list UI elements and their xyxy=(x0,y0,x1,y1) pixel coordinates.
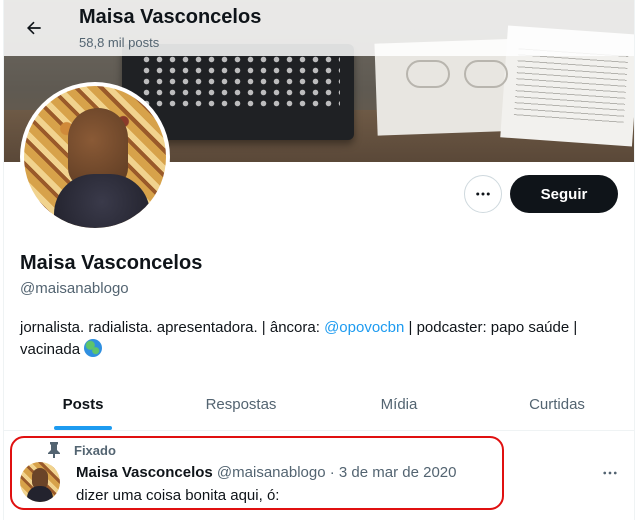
profile-page: Maisa Vasconcelos 58,8 mil posts Seguir … xyxy=(3,0,635,520)
post-meta: Maisa Vasconcelos @maisanablogo · 3 de m… xyxy=(76,464,457,481)
tab-label: Curtidas xyxy=(529,395,585,413)
banner-paper-text xyxy=(513,48,629,126)
banner-glasses xyxy=(406,54,516,94)
tab-respostas[interactable]: Respostas xyxy=(162,378,320,430)
tab-midia[interactable]: Mídia xyxy=(320,378,478,430)
tab-label: Mídia xyxy=(380,395,418,413)
meta-separator: · xyxy=(329,464,335,481)
more-horizontal-icon xyxy=(476,192,490,196)
post-author-name[interactable]: Maisa Vasconcelos xyxy=(76,464,213,481)
profile-avatar[interactable] xyxy=(20,82,170,232)
globe-emoji-icon xyxy=(84,339,103,357)
header-title: Maisa Vasconcelos xyxy=(79,6,262,28)
header-post-count: 58,8 mil posts xyxy=(79,35,160,50)
pin-icon xyxy=(48,442,60,458)
tab-curtidas[interactable]: Curtidas xyxy=(478,378,634,430)
more-options-button[interactable] xyxy=(464,175,502,213)
tab-posts[interactable]: Posts xyxy=(4,378,162,430)
profile-handle: @maisanablogo xyxy=(20,280,129,297)
pinned-post[interactable]: Fixado Maisa Vasconcelos @maisanablogo ·… xyxy=(4,431,634,520)
profile-bio: jornalista. radialista. apresentadora. |… xyxy=(20,317,624,361)
post-more-button[interactable] xyxy=(598,463,622,483)
post-author-handle[interactable]: @maisanablogo xyxy=(217,464,326,481)
tab-label: Posts xyxy=(62,395,104,413)
bio-mention-link[interactable]: @opovocbn xyxy=(324,319,404,336)
tab-label: Respostas xyxy=(205,395,277,413)
active-tab-indicator xyxy=(54,426,112,430)
arrow-left-icon xyxy=(27,21,41,35)
post-author-avatar[interactable] xyxy=(20,462,60,502)
banner-typewriter-keys xyxy=(140,54,340,110)
profile-tabs: Posts Respostas Mídia Curtidas xyxy=(4,378,634,431)
top-bar: Maisa Vasconcelos 58,8 mil posts xyxy=(4,0,634,56)
more-horizontal-icon xyxy=(603,471,617,475)
post-text: dizer uma coisa bonita aqui, ó: xyxy=(76,487,280,504)
post-date[interactable]: 3 de mar de 2020 xyxy=(339,464,457,481)
pinned-label: Fixado xyxy=(74,443,116,458)
profile-avatar-image xyxy=(24,86,166,228)
back-button[interactable] xyxy=(16,10,52,46)
bio-text: jornalista. radialista. apresentadora. |… xyxy=(20,319,325,336)
profile-name: Maisa Vasconcelos xyxy=(20,252,203,274)
follow-button[interactable]: Seguir xyxy=(510,175,618,213)
